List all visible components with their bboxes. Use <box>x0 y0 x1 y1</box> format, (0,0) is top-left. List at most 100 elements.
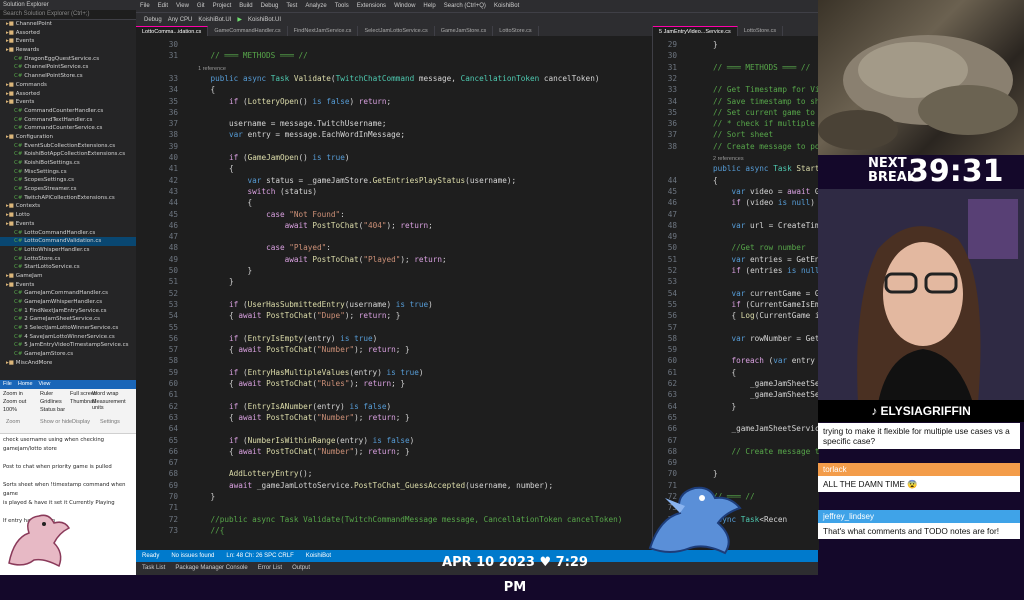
config-select[interactable]: Debug <box>144 13 162 26</box>
code-line[interactable]: case "Played": <box>192 243 331 252</box>
tree-file[interactable]: C# CommandTextHandler.cs <box>0 116 136 125</box>
tree-file[interactable]: C# KoishiBotSettings.cs <box>0 159 136 168</box>
code-line[interactable]: 1 reference <box>192 63 226 72</box>
tree-file[interactable]: C# DragonEggQuestService.cs <box>0 55 136 64</box>
code-line[interactable]: var url = CreateTime <box>713 221 819 230</box>
tree-folder[interactable]: ▸■ Assorted <box>0 29 136 38</box>
menu-item[interactable]: Git <box>197 0 205 12</box>
tree-file[interactable]: C# LottoCommandHandler.cs <box>0 229 136 238</box>
paint-tab-file[interactable]: File <box>3 380 12 389</box>
tree-folder[interactable]: ▸■ ChannelPoint <box>0 20 136 29</box>
code-line[interactable]: if (LotteryOpen() is false) return; <box>192 97 391 106</box>
code-line[interactable]: // Create message to <box>713 447 819 456</box>
code-line[interactable]: if (CurrentGameIsEmp <box>713 300 819 309</box>
code-line[interactable]: if (entries is null) <box>713 266 819 275</box>
zoom-in-button[interactable]: Zoom in <box>3 391 23 397</box>
tree-file[interactable]: C# 1 FindNextJamEntryService.cs <box>0 307 136 316</box>
word-wrap-toggle[interactable]: Word wrap <box>92 391 119 397</box>
code-line[interactable]: { <box>192 164 234 173</box>
tree-file[interactable]: C# StartLottoService.cs <box>0 263 136 272</box>
tree-file[interactable]: C# 3 SelectJamLottoWinnerService.cs <box>0 324 136 333</box>
code-line[interactable]: foreach (var entry i <box>713 356 819 365</box>
menu-item[interactable]: Help <box>423 0 435 12</box>
tree-file[interactable]: C# EventSubCollectionExtensions.cs <box>0 142 136 151</box>
code-line[interactable]: _gameJamSheetServ <box>713 379 819 388</box>
code-line[interactable]: // Save timestamp to sh <box>713 97 819 106</box>
code-line[interactable]: _gameJamSheetServ <box>713 390 819 399</box>
tree-file[interactable]: C# LottoStore.cs <box>0 255 136 264</box>
tree-folder[interactable]: ▸■ Contexts <box>0 202 136 211</box>
code-line[interactable]: { <box>192 85 216 94</box>
menu-item[interactable]: Test <box>286 0 297 12</box>
code-line[interactable]: await PostToChat("404"); return; <box>192 221 433 230</box>
code-line[interactable]: //Get row number <box>713 243 806 252</box>
tree-file[interactable]: C# 2 GameJamSheetService.cs <box>0 315 136 324</box>
tree-file[interactable]: C# ScopesSettings.cs <box>0 176 136 185</box>
code-line[interactable]: if (NumberIsWithinRange(entry) is false) <box>192 436 414 445</box>
tree-file[interactable]: C# CommandCounterHandler.cs <box>0 107 136 116</box>
code-line[interactable]: 2 references <box>713 153 744 162</box>
code-line[interactable]: { <box>713 176 718 185</box>
editor-tab[interactable]: SelectJamLottoService.cs <box>358 26 435 36</box>
menu-item[interactable]: File <box>140 0 150 12</box>
run-button[interactable]: ▶ <box>237 13 242 26</box>
menu-item[interactable]: Tools <box>335 0 349 12</box>
tree-folder[interactable]: ▸■ Rewards <box>0 46 136 55</box>
tree-folder[interactable]: ▸■ Commands <box>0 81 136 90</box>
tab-task-list[interactable]: Task List <box>142 562 165 575</box>
status-issues[interactable]: No issues found <box>171 550 214 562</box>
tree-file[interactable]: C# LottoCommandValidation.cs <box>0 237 136 246</box>
tree-folder[interactable]: ▸■ Events <box>0 98 136 107</box>
code-line[interactable]: if (video is null) { <box>713 198 819 207</box>
menu-item[interactable]: Debug <box>261 0 279 12</box>
code-line[interactable]: { await PostToChat("Number"); return; } <box>192 447 410 456</box>
code-line[interactable]: // Sort sheet <box>713 130 773 139</box>
tree-folder[interactable]: ▸■ Assorted <box>0 90 136 99</box>
code-line[interactable]: case "Not Found": <box>192 210 345 219</box>
code-line[interactable]: if (EntryIsEmpty(entry) is true) <box>192 334 377 343</box>
code-line[interactable]: { <box>713 368 737 377</box>
code-line[interactable]: var entries = GetEnt <box>713 255 819 264</box>
menu-item[interactable]: Project <box>213 0 232 12</box>
menu-item[interactable]: Edit <box>158 0 168 12</box>
code-left[interactable]: 30 31 // ═══ METHODS ═══ // 1 reference 33… <box>136 36 652 535</box>
code-line[interactable]: if (UserHasSubmittedEntry(username) is t… <box>192 300 433 309</box>
code-line[interactable]: var video = await Ge <box>713 187 819 196</box>
editor-tab[interactable]: FindNextJamService.cs <box>288 26 359 36</box>
code-line[interactable]: public async Task Validate(TwitchChatCom… <box>192 74 600 83</box>
code-line[interactable]: username = message.TwitchUsername; <box>192 119 386 128</box>
tab-output[interactable]: Output <box>292 562 310 575</box>
paint-tab-view[interactable]: View <box>39 380 51 389</box>
tree-folder[interactable]: ▸■ Events <box>0 220 136 229</box>
gridlines-checkbox[interactable]: Gridlines <box>40 399 62 405</box>
code-line[interactable]: var status = _gameJamStore.GetEntriesPla… <box>192 176 517 185</box>
menu-item[interactable]: Build <box>239 0 252 12</box>
code-line[interactable]: { await PostToChat("Number"); return; } <box>192 413 410 422</box>
tree-file[interactable]: C# ChannelPointStore.cs <box>0 72 136 81</box>
tree-folder[interactable]: ▸■ Events <box>0 281 136 290</box>
code-line[interactable]: } <box>192 277 234 286</box>
tree-folder[interactable]: ▸■ Lotto <box>0 211 136 220</box>
tree-file[interactable]: C# LottoWhisperHandler.cs <box>0 246 136 255</box>
statusbar-checkbox[interactable]: Status bar <box>40 407 65 413</box>
paint-tab-home[interactable]: Home <box>18 380 33 389</box>
tree-folder[interactable]: ▸■ GameJam <box>0 272 136 281</box>
tree-folder[interactable]: ▸■ Events <box>0 37 136 46</box>
code-line[interactable]: if (EntryIsANumber(entry) is false) <box>192 402 391 411</box>
code-line[interactable]: public async Task Start(Cancell <box>713 164 819 173</box>
editor-tab[interactable]: 5 JamEntryVideo...Service.cs <box>653 26 738 36</box>
code-line[interactable]: await PostToChat("Played"); return; <box>192 255 447 264</box>
code-line[interactable]: { Log(CurrentGame i <box>713 311 819 320</box>
code-line[interactable]: { await PostToChat("Rules"); return; } <box>192 379 405 388</box>
code-line[interactable]: //public async Task Validate(TwitchComma… <box>192 515 623 524</box>
menu-item[interactable]: KoishiBot <box>494 0 519 12</box>
tree-folder[interactable]: ▸■ Configuration <box>0 133 136 142</box>
menu-item[interactable]: View <box>176 0 189 12</box>
code-line[interactable]: } <box>192 492 216 501</box>
solution-search-input[interactable]: Search Solution Explorer (Ctrl+;) <box>0 10 136 20</box>
menu-item[interactable]: Window <box>394 0 415 12</box>
status-branch[interactable]: KoishiBot <box>306 550 331 562</box>
tree-file[interactable]: C# 4 SaveJamLottoWinnerService.cs <box>0 333 136 342</box>
code-line[interactable]: // ═══ METHODS ═══ // <box>192 51 308 60</box>
editor-tab[interactable]: LottoComma...idation.cs <box>136 26 209 36</box>
